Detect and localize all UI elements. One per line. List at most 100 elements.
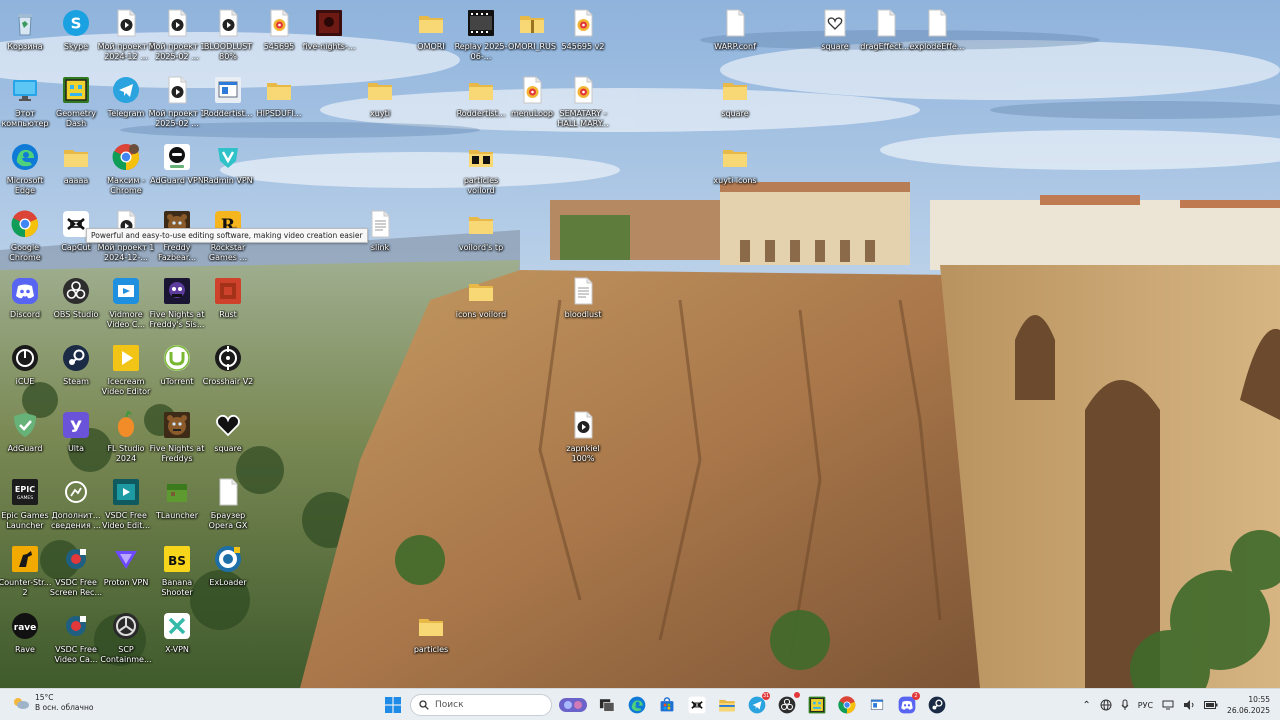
desktop-icon[interactable]: SEMATARY - HALL MARY... bbox=[554, 71, 612, 135]
desktop-icon[interactable]: bloodlust bbox=[554, 272, 612, 336]
desktop-icon[interactable]: iCUE bbox=[0, 339, 54, 403]
taskbar-app-obs[interactable] bbox=[774, 692, 800, 718]
adguard-vpn-icon bbox=[162, 142, 192, 172]
weather-desc: В осн. облачно bbox=[35, 703, 94, 712]
desktop-icon[interactable]: Максим - Chrome bbox=[97, 138, 155, 202]
desktop-icon[interactable]: AdGuard bbox=[0, 406, 54, 470]
desktop-icon[interactable]: ExLoader bbox=[199, 540, 257, 604]
taskbar-app-file-explorer[interactable] bbox=[714, 692, 740, 718]
desktop-icon[interactable]: xuyti icons bbox=[706, 138, 764, 202]
desktop-icon-label: Crosshair V2 bbox=[202, 377, 254, 386]
desktop-icon[interactable]: five-nights-... bbox=[300, 4, 358, 68]
desktop-icon[interactable]: Five Nights at Freddys bbox=[148, 406, 206, 470]
taskbar-app-telegram[interactable]: 31 bbox=[744, 692, 770, 718]
rust-icon bbox=[213, 276, 243, 306]
skype-icon: S bbox=[61, 8, 91, 38]
notification-badge: 31 bbox=[762, 692, 770, 700]
taskbar-app-edge[interactable] bbox=[624, 692, 650, 718]
desktop-icon[interactable]: particles voilord bbox=[452, 138, 510, 202]
desktop-icon[interactable]: particles bbox=[402, 607, 460, 671]
desktop-icon[interactable]: Counter-Str... 2 bbox=[0, 540, 54, 604]
desktop-icon[interactable]: Этот компьютер bbox=[0, 71, 54, 135]
desktop-icon[interactable]: menuLoop bbox=[503, 71, 561, 135]
desktop-icon[interactable]: EPIC GAMES Epic Games Launcher bbox=[0, 473, 54, 537]
desktop-icon[interactable]: explodeEffe... bbox=[908, 4, 966, 68]
taskbar-app-geometry-dash[interactable] bbox=[804, 692, 830, 718]
desktop-icon[interactable]: Proton VPN bbox=[97, 540, 155, 604]
start-button[interactable] bbox=[380, 692, 406, 718]
network-globe-icon[interactable] bbox=[1100, 699, 1112, 711]
taskbar-app-task-view[interactable] bbox=[594, 692, 620, 718]
desktop-icon[interactable]: icons voilord bbox=[452, 272, 510, 336]
desktop-icon[interactable]: Браузер Opera GX bbox=[199, 473, 257, 537]
desktop-icon[interactable]: WARP.conf bbox=[706, 4, 764, 68]
folder-icon bbox=[264, 75, 294, 105]
taskbar-app-app-window[interactable] bbox=[864, 692, 890, 718]
desktop-icon[interactable]: uTorrent bbox=[148, 339, 206, 403]
desktop-icon[interactable]: AdGuard VPN bbox=[148, 138, 206, 202]
desktop-icon[interactable]: Мой проект 1 2024-12 ... bbox=[97, 4, 155, 68]
desktop-icon[interactable]: dragEffect.... bbox=[857, 4, 915, 68]
desktop-icon[interactable]: Microsoft Edge bbox=[0, 138, 54, 202]
desktop-icon[interactable]: Мой проект 1 2025-02 ... bbox=[148, 4, 206, 68]
edge-icon bbox=[628, 696, 646, 714]
desktop-icon[interactable]: zapnkiel 100% bbox=[554, 406, 612, 470]
desktop-icon[interactable]: Five Nights at Freddy's Sis... bbox=[148, 272, 206, 336]
vsdc-editor-icon bbox=[111, 477, 141, 507]
taskbar-app-search-highlight[interactable] bbox=[556, 692, 590, 718]
desktop-icon[interactable]: Crosshair V2 bbox=[199, 339, 257, 403]
epic-games-icon: EPIC GAMES bbox=[10, 477, 40, 507]
desktop-icon[interactable]: HIPSDUFI... bbox=[250, 71, 308, 135]
desktop-icon[interactable]: Radmin VPN bbox=[199, 138, 257, 202]
weather-widget[interactable]: 15°C В осн. облачно bbox=[12, 693, 93, 713]
notification-badge: 2 bbox=[912, 692, 920, 700]
desktop-icon[interactable]: Telegram bbox=[97, 71, 155, 135]
taskbar-app-chrome[interactable] bbox=[834, 692, 860, 718]
desktop-icon[interactable]: square bbox=[706, 71, 764, 135]
microphone-icon[interactable] bbox=[1121, 699, 1129, 711]
desktop-icon[interactable]: Rust bbox=[199, 272, 257, 336]
clock[interactable]: 10:55 26.06.2025 bbox=[1227, 694, 1270, 716]
zip-folder-icon bbox=[517, 8, 547, 38]
desktop-icon-label: Vidmore Video C... bbox=[106, 310, 146, 329]
desktop-icon[interactable]: Roddertist... bbox=[199, 71, 257, 135]
language-indicator[interactable]: РУС bbox=[1138, 701, 1153, 710]
clock-date: 26.06.2025 bbox=[1227, 706, 1270, 715]
desktop-icon[interactable]: SCP Containme... bbox=[97, 607, 155, 671]
desktop-icon[interactable]: xuyti bbox=[351, 71, 409, 135]
desktop-icon-label: Rust bbox=[219, 310, 237, 319]
desktop-icon[interactable]: Roddertist... bbox=[452, 71, 510, 135]
chevron-up-icon[interactable]: ⌃ bbox=[1082, 700, 1090, 711]
display-icon[interactable] bbox=[1162, 700, 1174, 710]
desktop-icon[interactable]: Корзина bbox=[0, 4, 54, 68]
desktop-icon[interactable]: VSDC Free Video Edit... bbox=[97, 473, 155, 537]
desktop-icon[interactable]: Replay 2025-06-... bbox=[452, 4, 510, 68]
desktop-icon[interactable]: OMORI_RUS bbox=[503, 4, 561, 68]
desktop-icon[interactable]: voilord's tp bbox=[452, 205, 510, 269]
taskbar-app-store[interactable] bbox=[654, 692, 680, 718]
desktop-icon[interactable]: BLOODLUST 80% bbox=[199, 4, 257, 68]
search-placeholder: Поиск bbox=[435, 700, 464, 710]
desktop-icon[interactable]: FL Studio 2024 bbox=[97, 406, 155, 470]
desktop-icon[interactable]: BS Banana Shooter bbox=[148, 540, 206, 604]
desktop-icon[interactable]: square bbox=[199, 406, 257, 470]
desktop-icon[interactable]: Google Chrome bbox=[0, 205, 54, 269]
video-file-icon bbox=[162, 8, 192, 38]
desktop-icon[interactable]: Vidmore Video C... bbox=[97, 272, 155, 336]
desktop-icon[interactable]: 545695 v2 bbox=[554, 4, 612, 68]
taskbar-app-steam[interactable] bbox=[924, 692, 950, 718]
taskbar-app-capcut[interactable] bbox=[684, 692, 710, 718]
desktop-icon[interactable]: TLauncher bbox=[148, 473, 206, 537]
desktop-icon[interactable]: rave Rave bbox=[0, 607, 54, 671]
volume-icon[interactable] bbox=[1183, 700, 1195, 710]
taskbar-app-discord[interactable]: 2 bbox=[894, 692, 920, 718]
task-view-icon bbox=[598, 696, 616, 714]
desktop-icon[interactable]: square bbox=[806, 4, 864, 68]
desktop-icon[interactable]: Discord bbox=[0, 272, 54, 336]
folder-icon bbox=[466, 75, 496, 105]
taskbar-search[interactable]: Поиск bbox=[410, 694, 552, 716]
battery-icon[interactable] bbox=[1204, 701, 1218, 709]
desktop-icon[interactable]: Icecream Video Editor bbox=[97, 339, 155, 403]
desktop-icon[interactable]: Мой проект 1 2025-02 ... bbox=[148, 71, 206, 135]
desktop-icon[interactable]: X-VPN bbox=[148, 607, 206, 671]
